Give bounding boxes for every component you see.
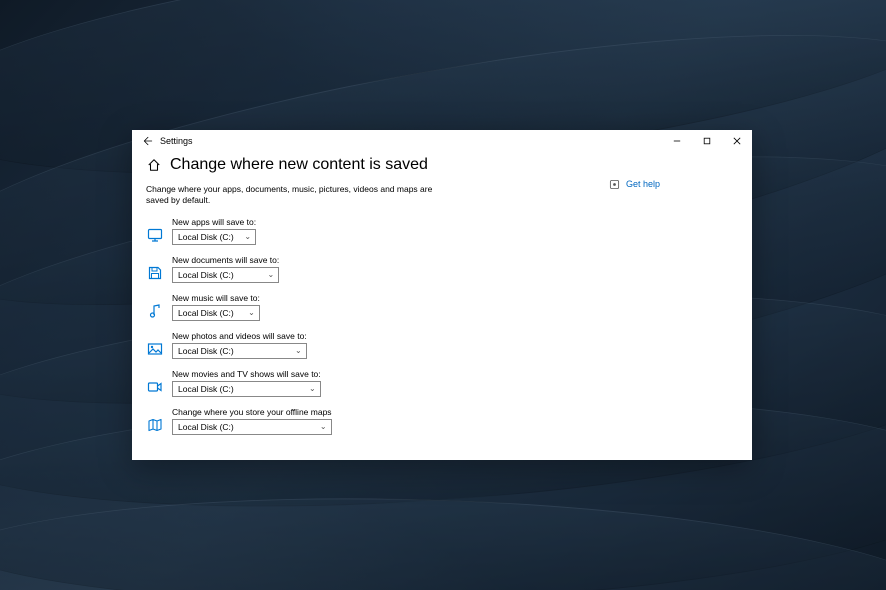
intro-text: Change where your apps, documents, music… bbox=[146, 184, 446, 207]
setting-label: Change where you store your offline maps bbox=[172, 407, 332, 417]
chevron-down-icon: ⌄ bbox=[320, 422, 327, 431]
dropdown-value: Local Disk (C:) bbox=[178, 346, 234, 356]
get-help-label: Get help bbox=[626, 179, 660, 189]
music-note-icon bbox=[146, 302, 164, 320]
chevron-down-icon: ⌄ bbox=[309, 384, 316, 393]
setting-apps: New apps will save to: Local Disk (C:) ⌄ bbox=[146, 217, 608, 245]
setting-label: New movies and TV shows will save to: bbox=[172, 369, 321, 379]
setting-music: New music will save to: Local Disk (C:) … bbox=[146, 293, 608, 321]
chevron-down-icon: ⌄ bbox=[295, 346, 302, 355]
dropdown-value: Local Disk (C:) bbox=[178, 384, 234, 394]
dropdown-value: Local Disk (C:) bbox=[178, 422, 234, 432]
video-icon bbox=[146, 378, 164, 396]
dropdown-value: Local Disk (C:) bbox=[178, 270, 234, 280]
page-title: Change where new content is saved bbox=[170, 156, 428, 174]
minimize-button[interactable] bbox=[662, 130, 692, 152]
picture-icon bbox=[146, 340, 164, 358]
home-icon[interactable] bbox=[146, 157, 162, 173]
setting-label: New documents will save to: bbox=[172, 255, 279, 265]
back-button[interactable] bbox=[138, 136, 158, 146]
setting-label: New photos and videos will save to: bbox=[172, 331, 307, 341]
settings-window: Settings Change where new content is sav… bbox=[132, 130, 752, 460]
close-button[interactable] bbox=[722, 130, 752, 152]
get-help-link[interactable]: Get help bbox=[608, 178, 738, 190]
map-icon bbox=[146, 416, 164, 434]
music-location-dropdown[interactable]: Local Disk (C:) ⌄ bbox=[172, 305, 260, 321]
chevron-down-icon: ⌄ bbox=[244, 232, 251, 241]
setting-maps: Change where you store your offline maps… bbox=[146, 407, 608, 435]
save-icon bbox=[146, 264, 164, 282]
setting-label: New apps will save to: bbox=[172, 217, 256, 227]
help-icon bbox=[608, 178, 620, 190]
apps-location-dropdown[interactable]: Local Disk (C:) ⌄ bbox=[172, 229, 256, 245]
dropdown-value: Local Disk (C:) bbox=[178, 232, 234, 242]
titlebar: Settings bbox=[132, 130, 752, 152]
setting-photos: New photos and videos will save to: Loca… bbox=[146, 331, 608, 359]
setting-label: New music will save to: bbox=[172, 293, 260, 303]
dropdown-value: Local Disk (C:) bbox=[178, 308, 234, 318]
chevron-down-icon: ⌄ bbox=[248, 308, 255, 317]
photos-location-dropdown[interactable]: Local Disk (C:) ⌄ bbox=[172, 343, 307, 359]
movies-location-dropdown[interactable]: Local Disk (C:) ⌄ bbox=[172, 381, 321, 397]
chevron-down-icon: ⌄ bbox=[268, 270, 275, 279]
maximize-button[interactable] bbox=[692, 130, 722, 152]
setting-documents: New documents will save to: Local Disk (… bbox=[146, 255, 608, 283]
monitor-icon bbox=[146, 226, 164, 244]
window-title: Settings bbox=[160, 136, 193, 146]
documents-location-dropdown[interactable]: Local Disk (C:) ⌄ bbox=[172, 267, 279, 283]
maps-location-dropdown[interactable]: Local Disk (C:) ⌄ bbox=[172, 419, 332, 435]
setting-movies: New movies and TV shows will save to: Lo… bbox=[146, 369, 608, 397]
